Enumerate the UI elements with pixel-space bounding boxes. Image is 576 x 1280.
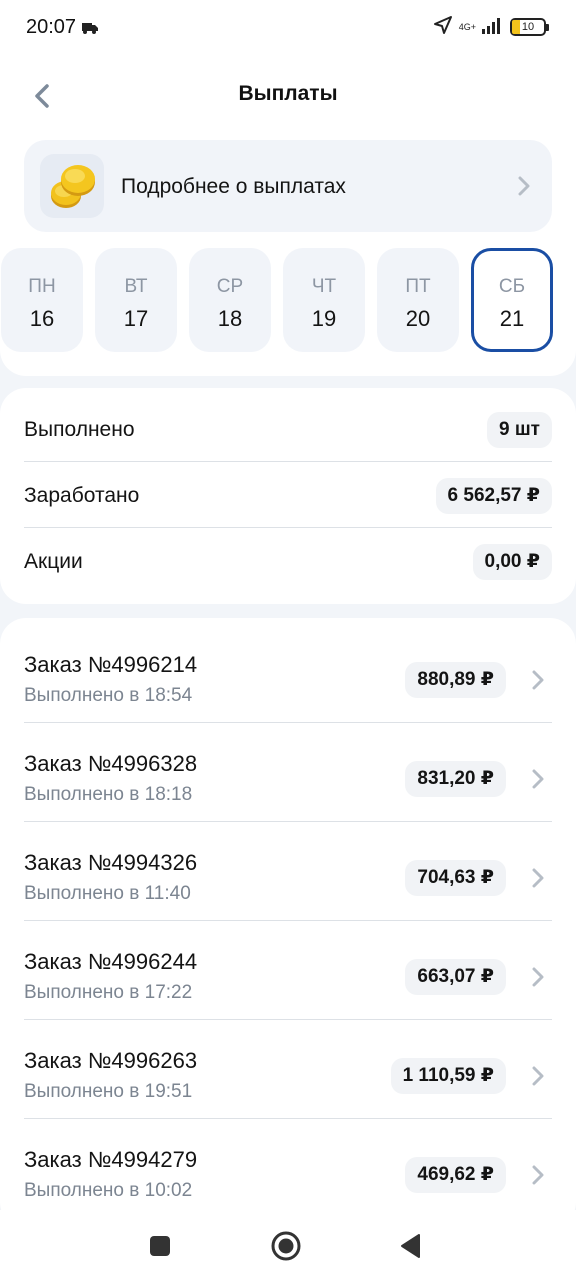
payout-info-label: Подробнее о выплатах (121, 175, 346, 198)
chevron-right-icon (532, 967, 544, 992)
orders-list: Заказ №4996214 Выполнено в 18:54 880,89 … (0, 618, 576, 1228)
truck-icon (82, 21, 98, 39)
order-row[interactable]: Заказ №4996244 Выполнено в 17:22 663,07 … (24, 921, 552, 1020)
earned-label: Заработано (24, 484, 140, 507)
day-summary: Выполнено 9 шт Заработано 6 562,57 ₽ Акц… (0, 388, 576, 604)
chevron-right-icon (532, 1066, 544, 1091)
page-title: Выплаты (238, 82, 338, 105)
day-number: 17 (123, 306, 149, 331)
order-row[interactable]: Заказ №4994279 Выполнено в 10:02 469,62 … (24, 1119, 552, 1218)
day-number: 18 (217, 306, 243, 331)
day-fri[interactable]: ПТ 20 (377, 248, 459, 352)
order-completed-time: Выполнено в 11:40 (24, 883, 191, 904)
chevron-right-icon (518, 176, 530, 201)
promo-value: 0,00 ₽ (472, 544, 552, 580)
payouts-screen: 20:07 4G+ 10 Выплаты Подробнее о выплата… (0, 0, 576, 1280)
network-type: 4G+ (458, 21, 476, 32)
day-sat[interactable]: СБ 21 (471, 248, 553, 352)
status-icons: 4G+ 10 (433, 15, 549, 40)
day-number: 19 (311, 306, 337, 331)
day-name: СР (216, 276, 244, 297)
order-row[interactable]: Заказ №4996328 Выполнено в 18:18 831,20 … (24, 723, 552, 822)
home-button[interactable] (268, 1228, 304, 1264)
battery-icon: 10 (510, 18, 549, 36)
order-row[interactable]: Заказ №4994326 Выполнено в 11:40 704,63 … (24, 822, 552, 921)
order-amount: 831,20 ₽ (405, 761, 506, 797)
chevron-right-icon (532, 670, 544, 695)
system-back-button[interactable] (392, 1228, 428, 1264)
chevron-right-icon (532, 1165, 544, 1190)
chevron-right-icon (532, 868, 544, 893)
order-title: Заказ №4996244 (24, 949, 198, 974)
order-completed-time: Выполнено в 10:02 (24, 1180, 193, 1201)
day-wed[interactable]: СР 18 (189, 248, 271, 352)
day-number: 16 (29, 306, 55, 331)
order-amount: 704,63 ₽ (405, 860, 506, 896)
completed-label: Выполнено (24, 418, 135, 441)
earned-value: 6 562,57 ₽ (435, 478, 552, 514)
order-title: Заказ №4996328 (24, 751, 198, 776)
status-bar: 20:07 4G+ 10 (0, 0, 576, 56)
order-title: Заказ №4994279 (24, 1147, 198, 1172)
completed-value: 9 шт (487, 412, 552, 448)
signal-icon (482, 16, 504, 39)
day-name: СБ (498, 276, 526, 297)
coins-icon (40, 154, 104, 218)
status-time: 20:07 (26, 16, 77, 38)
summary-row-promo: Акции 0,00 ₽ (24, 528, 552, 594)
order-title: Заказ №4996214 (24, 652, 198, 677)
order-title: Заказ №4994326 (24, 850, 198, 875)
day-number: 21 (499, 306, 525, 331)
recents-button[interactable] (142, 1228, 178, 1264)
day-tue[interactable]: ВТ 17 (95, 248, 177, 352)
day-name: ЧТ (311, 276, 337, 297)
summary-row-completed: Выполнено 9 шт (24, 396, 552, 462)
day-thu[interactable]: ЧТ 19 (283, 248, 365, 352)
recents-square-icon (150, 1236, 170, 1256)
order-completed-time: Выполнено в 19:51 (24, 1081, 193, 1102)
location-arrow-icon (433, 15, 453, 40)
promo-label: Акции (24, 550, 83, 573)
payout-info-card[interactable]: Подробнее о выплатах (24, 140, 552, 232)
order-amount: 880,89 ₽ (405, 662, 506, 698)
battery-level: 10 (521, 21, 535, 33)
order-completed-time: Выполнено в 18:18 (24, 784, 193, 805)
order-amount: 663,07 ₽ (405, 959, 506, 995)
header-section: Выплаты Подробнее о выплатах ПН 16 ВТ 17… (0, 56, 576, 376)
order-amount: 1 110,59 ₽ (390, 1058, 506, 1094)
order-completed-time: Выполнено в 17:22 (24, 982, 193, 1003)
day-selector: ПН 16 ВТ 17 СР 18 ЧТ 19 ПТ 20 СБ 21 (0, 246, 576, 354)
day-name: ПТ (405, 276, 431, 297)
day-name: ВТ (124, 276, 148, 297)
summary-row-earned: Заработано 6 562,57 ₽ (24, 462, 552, 528)
order-amount: 469,62 ₽ (405, 1157, 506, 1193)
home-circle-icon (271, 1231, 301, 1261)
day-name: ПН (28, 276, 56, 297)
back-triangle-icon (401, 1234, 420, 1258)
day-mon[interactable]: ПН 16 (1, 248, 83, 352)
system-nav-bar (0, 1210, 576, 1280)
order-title: Заказ №4996263 (24, 1048, 198, 1073)
order-row[interactable]: Заказ №4996263 Выполнено в 19:51 1 110,5… (24, 1020, 552, 1119)
day-number: 20 (405, 306, 431, 331)
order-row[interactable]: Заказ №4996214 Выполнено в 18:54 880,89 … (24, 624, 552, 723)
order-completed-time: Выполнено в 18:54 (24, 685, 193, 706)
chevron-right-icon (532, 769, 544, 794)
